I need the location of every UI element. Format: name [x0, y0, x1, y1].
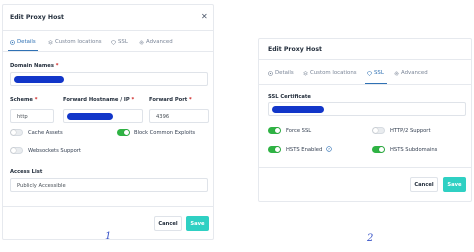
forward-port-value: 4396 [156, 114, 170, 120]
tab-label: Advanced [401, 70, 428, 76]
gear-icon [394, 71, 399, 75]
tab-label: SSL [374, 70, 384, 76]
forward-port-label: Forward Port * [149, 97, 192, 103]
scheme-select[interactable]: http [10, 109, 54, 123]
redacted-domain [14, 76, 64, 83]
toggle-knob [373, 128, 378, 133]
cache-assets-toggle[interactable] [10, 129, 23, 136]
cancel-button[interactable]: Cancel [410, 177, 438, 192]
http2-support-toggle[interactable] [372, 127, 385, 134]
tab-details[interactable]: Details [268, 70, 294, 76]
layers-icon [48, 39, 53, 45]
tab-label: SSL [118, 39, 128, 45]
websockets-support-toggle[interactable] [10, 147, 23, 154]
svg-text:?: ? [328, 147, 330, 151]
tab-custom-locations[interactable]: Custom locations [303, 70, 357, 76]
target-icon [268, 70, 273, 76]
force-ssl-toggle[interactable] [268, 127, 281, 134]
dialog-title: Edit Proxy Host [10, 14, 64, 21]
redacted-certificate [272, 106, 324, 113]
redacted-hostname [67, 113, 113, 120]
tab-ssl[interactable]: SSL [367, 70, 384, 76]
toggle-knob [11, 148, 16, 153]
websockets-support-label: Websockets Support [28, 148, 81, 154]
edit-proxy-host-dialog-ssl: Edit Proxy Host Details Custom locations… [258, 38, 472, 202]
save-button[interactable]: Save [443, 177, 466, 192]
http2-support-label: HTTP/2 Support [390, 128, 431, 134]
toggle-knob [379, 147, 384, 152]
ssl-certificate-label: SSL Certificate [268, 94, 311, 100]
scheme-label: Scheme * [10, 97, 38, 103]
annotation-number-2: 2 [367, 233, 374, 244]
tab-label: Details [17, 39, 36, 45]
save-button[interactable]: Save [186, 216, 209, 231]
access-list-value: Publicly Accessible [17, 183, 66, 189]
close-icon[interactable]: ✕ [201, 13, 208, 21]
cache-assets-label: Cache Assets [28, 130, 63, 136]
tab-details[interactable]: Details [10, 39, 36, 45]
forward-hostname-input[interactable] [63, 109, 143, 123]
tab-advanced[interactable]: Advanced [394, 70, 428, 76]
divider [259, 84, 471, 85]
tab-ssl[interactable]: SSL [111, 39, 128, 45]
tab-custom-locations[interactable]: Custom locations [48, 39, 102, 45]
scheme-value: http [17, 114, 28, 120]
divider [3, 30, 213, 31]
domain-names-label: Domain Names * [10, 63, 59, 69]
hsts-subdomains-label: HSTS Subdomains [390, 147, 438, 153]
shield-icon [111, 39, 116, 45]
divider [259, 167, 471, 168]
edit-proxy-host-dialog-details: Edit Proxy Host ✕ Details Custom locatio… [2, 4, 214, 240]
hsts-enabled-label: HSTS Enabled [286, 147, 323, 153]
ssl-certificate-select[interactable] [268, 102, 466, 116]
dialog-title: Edit Proxy Host [268, 46, 322, 53]
access-list-label: Access List [10, 169, 43, 175]
divider [3, 206, 213, 207]
block-common-exploits-toggle[interactable] [117, 129, 130, 136]
tab-label: Custom locations [55, 39, 102, 45]
layers-icon [303, 70, 308, 76]
divider [259, 59, 471, 60]
block-common-exploits-label: Block Common Exploits [134, 130, 196, 136]
hsts-subdomains-toggle[interactable] [372, 146, 385, 153]
toggle-knob [124, 130, 129, 135]
toggle-knob [11, 130, 16, 135]
forward-port-input[interactable]: 4396 [149, 109, 209, 123]
toggle-knob [275, 147, 280, 152]
tab-advanced[interactable]: Advanced [139, 39, 173, 45]
tab-label: Advanced [146, 39, 173, 45]
cancel-button[interactable]: Cancel [154, 216, 182, 231]
target-icon [10, 39, 15, 45]
tab-label: Details [275, 70, 294, 76]
forward-hostname-label: Forward Hostname / IP * [63, 97, 135, 103]
force-ssl-label: Force SSL [286, 128, 312, 134]
domain-names-input[interactable] [10, 72, 208, 86]
help-icon[interactable]: ? [326, 146, 332, 152]
access-list-select[interactable]: Publicly Accessible [10, 178, 208, 192]
gear-icon [139, 40, 144, 44]
shield-icon [367, 70, 372, 76]
divider [3, 51, 213, 52]
toggle-knob [275, 128, 280, 133]
annotation-number-1: 1 [105, 231, 112, 242]
hsts-enabled-toggle[interactable] [268, 146, 281, 153]
tab-label: Custom locations [310, 70, 357, 76]
